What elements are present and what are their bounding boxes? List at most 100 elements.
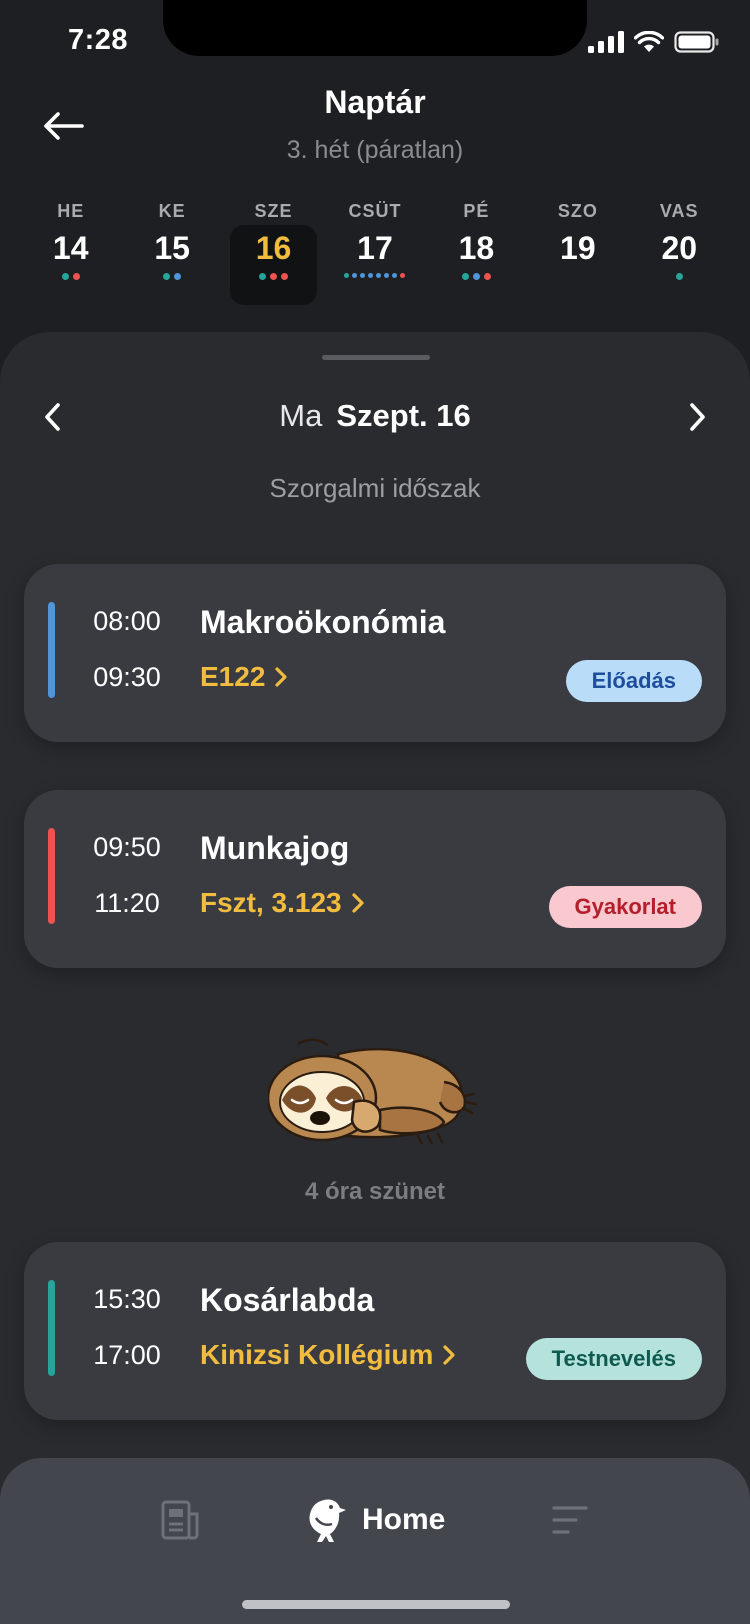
- chevron-right-icon: [690, 403, 705, 431]
- chevron-right-icon: [275, 667, 288, 687]
- nav-home-tab[interactable]: Home: [304, 1490, 445, 1550]
- event-room: Fszt, 3.123: [200, 887, 342, 918]
- event-dot: [163, 273, 171, 280]
- day-20[interactable]: VAS 20: [629, 195, 730, 307]
- day-name: SZE: [254, 201, 293, 221]
- event-end-time: 17:00: [93, 1340, 161, 1370]
- event-dot: [483, 273, 491, 280]
- event-dot: [675, 273, 683, 280]
- day-number: 16: [255, 230, 292, 266]
- signal-icon: [588, 31, 624, 53]
- chevron-right-icon: [443, 1345, 455, 1365]
- event-room: E122: [200, 661, 266, 692]
- sheet-grabber[interactable]: [322, 355, 430, 360]
- event-dot: [383, 273, 389, 278]
- day-number: 20: [661, 230, 698, 266]
- event-dots: [324, 273, 425, 278]
- week-subtitle: 3. hét (páratlan): [286, 136, 464, 164]
- next-day-button[interactable]: [676, 397, 716, 437]
- event-start-time: 15:30: [93, 1284, 161, 1314]
- event-dots: [629, 273, 730, 280]
- raven-logo-icon: [309, 1499, 346, 1542]
- day-17[interactable]: CSÜT 17: [324, 195, 425, 307]
- event-name: Kosárlabda: [200, 1282, 375, 1318]
- day-18[interactable]: PÉ 18: [426, 195, 527, 307]
- event-type-badge: Testnevelés: [525, 1338, 702, 1380]
- date-prefix: Ma: [279, 398, 323, 433]
- event-color-bar: [48, 602, 55, 698]
- event-dot: [174, 273, 182, 280]
- event-end-time: 09:30: [93, 662, 161, 692]
- date-label: Szept. 16: [336, 398, 471, 433]
- day-16[interactable]: SZE 16: [223, 195, 324, 307]
- day-15[interactable]: KE 15: [121, 195, 222, 307]
- day-name: HE: [57, 201, 85, 221]
- home-indicator[interactable]: [242, 1600, 510, 1609]
- event-dot: [343, 273, 349, 278]
- day-number: 14: [52, 230, 89, 266]
- event-dot: [359, 273, 365, 278]
- page-title: Naptár: [324, 84, 426, 120]
- day-14[interactable]: HE 14: [20, 195, 121, 307]
- event-card[interactable]: 08:00 09:30 Makroökonómia E122 Előadás: [24, 564, 726, 742]
- day-19[interactable]: SZO 19: [527, 195, 628, 307]
- day-name: KE: [158, 201, 186, 221]
- day-sheet: [0, 332, 750, 1624]
- event-dots: [20, 273, 121, 280]
- event-dot: [472, 273, 480, 280]
- event-room-link[interactable]: E122: [200, 661, 289, 693]
- event-dot: [72, 273, 80, 280]
- event-dot: [281, 273, 289, 280]
- day-name: PÉ: [463, 201, 490, 221]
- period-label: Szorgalmi időszak: [269, 473, 481, 503]
- day-number: 15: [154, 230, 190, 266]
- newspaper-icon: [161, 1500, 199, 1540]
- chevron-right-icon: [352, 893, 364, 913]
- event-name: Makroökonómia: [200, 604, 446, 640]
- nav-news-tab[interactable]: [160, 1490, 202, 1550]
- day-number: 19: [560, 230, 596, 266]
- event-dot: [259, 273, 267, 280]
- event-room-link[interactable]: Kinizsi Kollégium: [200, 1339, 457, 1371]
- event-type-badge: Gyakorlat: [548, 886, 702, 928]
- event-room-link[interactable]: Fszt, 3.123: [200, 887, 366, 919]
- camera-notch: [163, 0, 587, 56]
- event-color-bar: [48, 828, 55, 924]
- week-strip: HE 14 KE 15 SZE 16 CSÜT 17 PÉ 18 SZO 19 VAS 20: [20, 195, 730, 307]
- current-date: Ma Szept. 16: [0, 398, 750, 434]
- day-name: VAS: [659, 201, 699, 221]
- break-label: 4 óra szünet: [304, 1178, 446, 1205]
- event-card[interactable]: 15:30 17:00 Kosárlabda Kinizsi Kollégium…: [24, 1242, 726, 1420]
- event-type-badge: Előadás: [565, 660, 702, 702]
- event-start-time: 09:50: [93, 832, 161, 862]
- event-dot: [351, 273, 357, 278]
- event-dot: [391, 273, 397, 278]
- event-end-time: 11:20: [94, 888, 160, 918]
- event-name: Munkajog: [200, 830, 350, 866]
- event-dot: [270, 273, 278, 280]
- wifi-icon: [634, 31, 664, 52]
- event-dot: [61, 273, 69, 280]
- event-room: Kinizsi Kollégium: [200, 1339, 434, 1370]
- sleeping-sloth-icon: [268, 1038, 478, 1144]
- menu-lines-icon: [552, 1506, 588, 1534]
- nav-home-label: Home: [362, 1503, 446, 1536]
- day-number: 17: [357, 230, 393, 266]
- event-color-bar: [48, 1280, 55, 1376]
- event-dots: [121, 273, 222, 280]
- event-dots: [426, 273, 527, 280]
- day-number: 18: [458, 230, 495, 266]
- event-start-time: 08:00: [93, 606, 161, 636]
- nav-menu-tab[interactable]: [550, 1490, 590, 1550]
- event-dot: [461, 273, 469, 280]
- event-dots: [223, 273, 324, 280]
- day-name: CSÜT: [348, 201, 402, 221]
- day-name: SZO: [557, 201, 598, 221]
- battery-icon: [674, 31, 719, 53]
- event-dot: [367, 273, 373, 278]
- status-icons: [588, 31, 720, 53]
- event-dot: [375, 273, 381, 278]
- status-time: 7:28: [68, 24, 129, 56]
- event-dot: [399, 273, 405, 278]
- event-card[interactable]: 09:50 11:20 Munkajog Fszt, 3.123 Gyakorl…: [24, 790, 726, 968]
